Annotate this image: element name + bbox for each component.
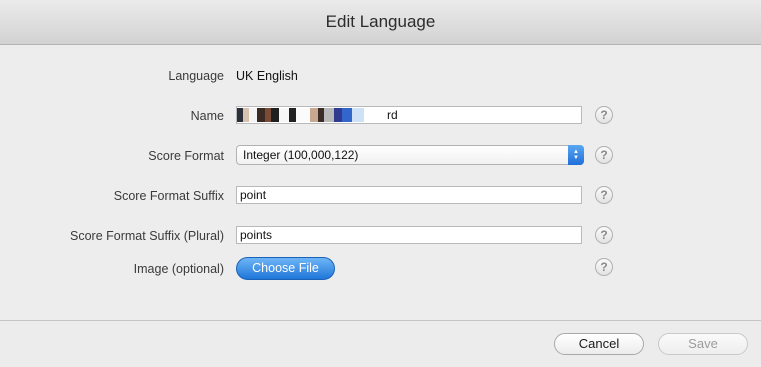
dialog-footer: Cancel Save <box>0 321 761 367</box>
window-title: Edit Language <box>325 12 436 31</box>
language-label: Language <box>168 69 224 83</box>
image-row: Image (optional) Choose File ? <box>0 257 761 281</box>
suffix-row: Score Format Suffix ? <box>0 184 761 208</box>
name-label: Name <box>190 109 224 123</box>
language-row: Language UK English <box>0 64 761 88</box>
select-stepper-icon: ▲ ▼ <box>568 145 584 165</box>
score-format-select[interactable]: Integer (100,000,122) ▲ ▼ <box>236 145 584 165</box>
suffix-plural-field[interactable] <box>236 226 582 244</box>
suffix-field[interactable] <box>236 186 582 204</box>
image-help-icon[interactable]: ? <box>595 258 613 276</box>
choose-file-button[interactable]: Choose File <box>236 257 335 280</box>
suffix-plural-row: Score Format Suffix (Plural) ? <box>0 224 761 248</box>
name-help-icon[interactable]: ? <box>595 106 613 124</box>
name-row: Name ? <box>0 104 761 128</box>
suffix-plural-help-icon[interactable]: ? <box>595 226 613 244</box>
redacted-text <box>237 108 387 122</box>
image-label: Image (optional) <box>133 262 224 276</box>
language-value: UK English <box>236 69 298 83</box>
score-format-help-icon[interactable]: ? <box>595 146 613 164</box>
score-format-value: Integer (100,000,122) <box>243 148 359 162</box>
save-button[interactable]: Save <box>658 333 748 355</box>
form-panel: Language UK English Name ? Score Format <box>0 45 761 320</box>
title-bar: Edit Language <box>0 0 761 45</box>
cancel-button[interactable]: Cancel <box>554 333 644 355</box>
suffix-label: Score Format Suffix <box>113 189 224 203</box>
score-format-row: Score Format Integer (100,000,122) ▲ ▼ ? <box>0 144 761 168</box>
suffix-plural-label: Score Format Suffix (Plural) <box>70 229 224 243</box>
score-format-label: Score Format <box>148 149 224 163</box>
suffix-help-icon[interactable]: ? <box>595 186 613 204</box>
